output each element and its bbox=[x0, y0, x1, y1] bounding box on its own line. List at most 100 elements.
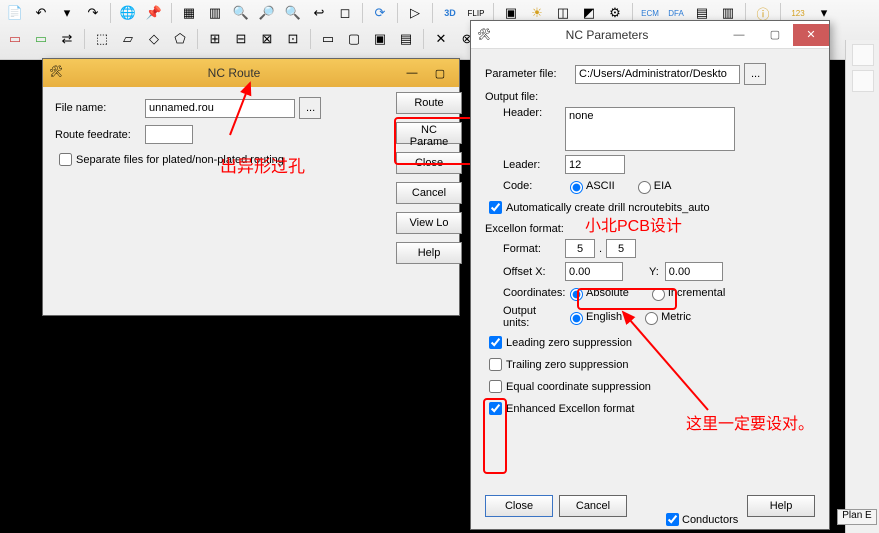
coords-abs-label: Absolute bbox=[586, 287, 629, 299]
code-eia-radio[interactable] bbox=[638, 181, 651, 194]
nc-parameters-title: NC Parameters bbox=[493, 28, 721, 42]
leader-label: Leader: bbox=[485, 159, 565, 171]
annotation-watermark: 小北PCB设计 bbox=[585, 212, 682, 236]
redo-icon[interactable]: ↷ bbox=[82, 2, 104, 24]
conductors-checkbox[interactable] bbox=[666, 513, 679, 526]
coords-inc-label: Incremental bbox=[668, 287, 725, 299]
arrow-icon[interactable]: ▷ bbox=[404, 2, 426, 24]
units-label: Output units: bbox=[485, 305, 565, 329]
zoom-fit-icon[interactable]: 🔍 bbox=[230, 2, 252, 24]
zoom-out-icon[interactable]: 🔍 bbox=[282, 2, 304, 24]
offset-y-label: Y: bbox=[649, 266, 659, 278]
output-file-section: Output file: bbox=[485, 91, 815, 103]
param-minimize-button[interactable]: — bbox=[721, 24, 757, 46]
header-textarea[interactable]: none bbox=[565, 107, 735, 151]
param-help-btn[interactable]: Help bbox=[747, 495, 815, 517]
param-file-label: Parameter file: bbox=[485, 68, 575, 80]
offset-y-input[interactable] bbox=[665, 262, 723, 281]
annotation-bottom: 这里一定要设对。 bbox=[686, 410, 814, 434]
view-log-button[interactable]: View Lo bbox=[396, 212, 462, 234]
route-app-icon: 🛠 bbox=[49, 65, 65, 81]
grid1-icon[interactable]: ⊞ bbox=[204, 28, 226, 50]
param-browse-button[interactable]: ... bbox=[744, 63, 766, 85]
help-button[interactable]: Help bbox=[396, 242, 462, 264]
grid4-icon[interactable]: ⊡ bbox=[282, 28, 304, 50]
code-ascii-radio[interactable] bbox=[570, 181, 583, 194]
browse-button[interactable]: ... bbox=[299, 97, 321, 119]
draw3-icon[interactable]: ▣ bbox=[369, 28, 391, 50]
coords-label: Coordinates: bbox=[485, 287, 565, 299]
nc-parameters-dialog: 🛠 NC Parameters — ▢ ✕ Parameter file: ..… bbox=[470, 20, 830, 530]
zoom-in-icon[interactable]: 🔎 bbox=[256, 2, 278, 24]
separate-files-checkbox[interactable] bbox=[59, 153, 72, 166]
feedrate-label: Route feedrate: bbox=[55, 129, 145, 141]
arrows-icon[interactable]: ⇄ bbox=[56, 28, 78, 50]
globe-icon[interactable]: 🌐 bbox=[117, 2, 139, 24]
shape3-icon[interactable]: ◇ bbox=[143, 28, 165, 50]
shape4-icon[interactable]: ⬠ bbox=[169, 28, 191, 50]
grid-icon[interactable]: ▦ bbox=[178, 2, 200, 24]
file-name-label: File name: bbox=[55, 102, 145, 114]
layers-icon[interactable]: ▥ bbox=[204, 2, 226, 24]
cancel-button[interactable]: Cancel bbox=[396, 182, 462, 204]
param-app-icon: 🛠 bbox=[477, 28, 493, 41]
format-a-input[interactable] bbox=[565, 239, 595, 258]
param-cancel-btn[interactable]: Cancel bbox=[559, 495, 627, 517]
leading-zero-checkbox[interactable] bbox=[489, 336, 502, 349]
undo-icon[interactable]: ↶ bbox=[30, 2, 52, 24]
maximize-button[interactable]: ▢ bbox=[427, 64, 453, 82]
close-button[interactable]: Close bbox=[396, 152, 462, 174]
grid3-icon[interactable]: ⊠ bbox=[256, 28, 278, 50]
select-icon[interactable]: ◻ bbox=[334, 2, 356, 24]
param-close-btn[interactable]: Close bbox=[485, 495, 553, 517]
route-button[interactable]: Route bbox=[396, 92, 462, 114]
arrow-to-format bbox=[608, 302, 728, 422]
units-english-radio[interactable] bbox=[570, 312, 583, 325]
conductors-row: Conductors bbox=[662, 510, 738, 529]
del1-icon[interactable]: ✕ bbox=[430, 28, 452, 50]
equal-coord-checkbox[interactable] bbox=[489, 380, 502, 393]
annotation-top: 出异形过孔 bbox=[220, 152, 305, 177]
nc-parameters-button[interactable]: NC Parame bbox=[396, 122, 462, 144]
plan-e-button[interactable]: Plan E bbox=[837, 509, 877, 525]
code-eia-label: EIA bbox=[654, 180, 672, 192]
coords-incremental-radio[interactable] bbox=[652, 288, 665, 301]
trailing-zero-checkbox[interactable] bbox=[489, 358, 502, 371]
format-dot: . bbox=[599, 243, 602, 255]
offset-x-label: Offset X: bbox=[485, 266, 565, 278]
dropdown-icon[interactable]: ▾ bbox=[56, 2, 78, 24]
draw4-icon[interactable]: ▤ bbox=[395, 28, 417, 50]
param-maximize-button[interactable]: ▢ bbox=[757, 24, 793, 46]
format-b-input[interactable] bbox=[606, 239, 636, 258]
auto-create-checkbox[interactable] bbox=[489, 201, 502, 214]
format-label: Format: bbox=[485, 243, 565, 255]
zoom-prev-icon[interactable]: ↩ bbox=[308, 2, 330, 24]
leader-input[interactable] bbox=[565, 155, 625, 174]
panel-icon-2[interactable] bbox=[852, 70, 874, 92]
draw2-icon[interactable]: ▢ bbox=[343, 28, 365, 50]
rect-green-icon[interactable]: ▭ bbox=[30, 28, 52, 50]
param-close-button[interactable]: ✕ bbox=[793, 24, 829, 46]
shape2-icon[interactable]: ▱ bbox=[117, 28, 139, 50]
param-file-input[interactable] bbox=[575, 65, 740, 84]
new-icon[interactable]: 📄 bbox=[4, 2, 26, 24]
panel-icon-1[interactable] bbox=[852, 44, 874, 66]
3d-icon[interactable]: 3D bbox=[439, 2, 461, 24]
enhanced-checkbox[interactable] bbox=[489, 402, 502, 415]
code-ascii-label: ASCII bbox=[586, 180, 615, 192]
minimize-button[interactable]: — bbox=[399, 64, 425, 82]
rect-red-icon[interactable]: ▭ bbox=[4, 28, 26, 50]
offset-x-input[interactable] bbox=[565, 262, 623, 281]
refresh-icon[interactable]: ⟳ bbox=[369, 2, 391, 24]
coords-absolute-radio[interactable] bbox=[570, 288, 583, 301]
feedrate-input[interactable] bbox=[145, 125, 193, 144]
arrow-to-title bbox=[200, 75, 260, 145]
shape1-icon[interactable]: ⬚ bbox=[91, 28, 113, 50]
header-label: Header: bbox=[485, 107, 565, 119]
draw1-icon[interactable]: ▭ bbox=[317, 28, 339, 50]
grid2-icon[interactable]: ⊟ bbox=[230, 28, 252, 50]
conductors-label: Conductors bbox=[682, 514, 738, 526]
right-panel bbox=[845, 40, 879, 533]
route-button-stack: Route NC Parame Close Cancel View Lo Hel… bbox=[396, 92, 462, 264]
pin-icon[interactable]: 📌 bbox=[143, 2, 165, 24]
